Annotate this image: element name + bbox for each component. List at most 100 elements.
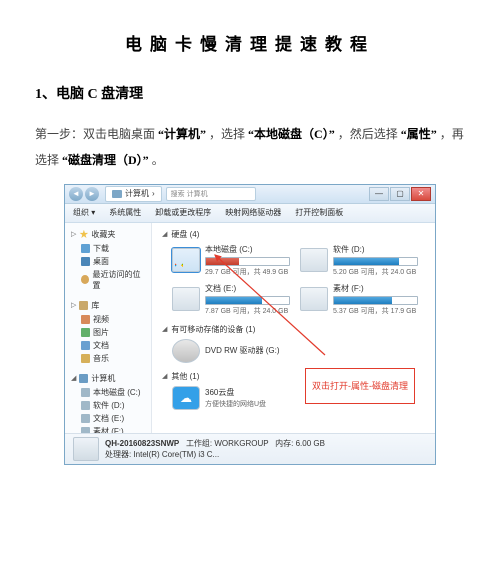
tri-icon: ◢ xyxy=(162,372,167,380)
drive-sublabel: 7.87 GB 可用，共 24.0 GB xyxy=(205,306,290,316)
drive-item[interactable]: 文档 (E:) 7.87 GB 可用，共 24.0 GB xyxy=(172,283,290,316)
sidebar-libraries-head[interactable]: ▷ 库 xyxy=(65,298,151,313)
sidebar-computer-head[interactable]: ◢ 计算机 xyxy=(65,371,151,386)
picture-icon xyxy=(81,328,90,337)
drive-icon xyxy=(81,414,90,423)
tri-icon: ◢ xyxy=(162,230,167,238)
cat-label: 硬盘 (4) xyxy=(171,229,199,240)
drive-sublabel: 方便快捷的网络U盘 xyxy=(205,399,290,409)
cloud-drive[interactable]: ☁ 360云盘 方便快捷的网络U盘 xyxy=(172,386,290,410)
windows-icon xyxy=(175,261,183,269)
p-text: 第一步：双击电脑桌面 xyxy=(35,127,155,141)
sidebar-item-pictures[interactable]: 图片 xyxy=(65,326,151,339)
sidebar-item-music[interactable]: 音乐 xyxy=(65,352,151,365)
sb-label: 视频 xyxy=(93,314,109,325)
sidebar-item-desktop[interactable]: 桌面 xyxy=(65,255,151,268)
computer-icon xyxy=(112,190,122,198)
search-input[interactable]: 搜索 计算机 xyxy=(166,187,256,201)
p-bold: “属性” xyxy=(401,127,437,141)
sb-label: 下载 xyxy=(93,243,109,254)
sidebar-item-drive-d[interactable]: 软件 (D:) xyxy=(65,399,151,412)
sidebar-item-downloads[interactable]: 下载 xyxy=(65,242,151,255)
category-removable[interactable]: ◢ 有可移动存储的设备 (1) xyxy=(162,324,425,335)
drive-sublabel: 29.7 GB 可用，共 49.9 GB xyxy=(205,267,290,277)
star-icon xyxy=(79,230,88,239)
search-placeholder: 搜索 计算机 xyxy=(171,189,208,199)
p-text: ，选择 xyxy=(209,127,245,141)
toolbar-control-panel[interactable]: 打开控制面板 xyxy=(295,207,343,218)
sidebar-item-recent[interactable]: 最近访问的位置 xyxy=(65,268,151,292)
usage-bar xyxy=(333,257,418,266)
address-bar[interactable]: 计算机 › xyxy=(105,186,162,202)
nav-forward-button[interactable]: ► xyxy=(85,187,99,201)
tri-icon: ▷ xyxy=(71,230,76,238)
toolbar-uninstall[interactable]: 卸载或更改程序 xyxy=(155,207,211,218)
p-text: ，然后选择 xyxy=(338,127,398,141)
clock-icon xyxy=(81,275,89,284)
annotation-box: 双击打开-属性-磁盘清理 xyxy=(305,368,415,404)
desktop-icon xyxy=(81,257,90,266)
drive-label: 文档 (E:) xyxy=(205,283,290,294)
dvd-drive[interactable]: DVD RW 驱动器 (G:) xyxy=(172,339,290,363)
usage-bar xyxy=(205,296,290,305)
drive-item[interactable]: 素材 (F:) 5.37 GB 可用，共 17.9 GB xyxy=(300,283,418,316)
sb-label: 计算机 xyxy=(91,373,115,384)
window-close-button[interactable]: ✕ xyxy=(411,187,431,201)
tri-icon: ◢ xyxy=(71,374,76,382)
sidebar: ▷ 收藏夹 下载 桌面 最近访问的位置 ▷ 库 视频 图片 文档 音乐 xyxy=(65,223,152,433)
nav-back-button[interactable]: ◄ xyxy=(69,187,83,201)
library-icon xyxy=(79,301,88,310)
toolbar-map-drive[interactable]: 映射网络驱动器 xyxy=(225,207,281,218)
sidebar-item-drive-c[interactable]: 本地磁盘 (C:) xyxy=(65,386,151,399)
sb-label: 收藏夹 xyxy=(91,229,115,240)
status-name: QH-20160823SNWP xyxy=(105,439,179,448)
cat-label: 有可移动存储的设备 (1) xyxy=(171,324,255,335)
video-icon xyxy=(81,315,90,324)
status-memory: 内存: 6.00 GB xyxy=(275,439,325,448)
drive-icon xyxy=(172,287,200,311)
cat-label: 其他 (1) xyxy=(171,371,199,382)
window-maximize-button[interactable]: ▢ xyxy=(390,187,410,201)
drive-icon xyxy=(300,287,328,311)
toolbar-organize[interactable]: 组织 ▾ xyxy=(73,207,95,218)
p-bold: “磁盘清理（D）” xyxy=(62,153,149,167)
chevron-icon: › xyxy=(152,189,155,198)
drive-label: 软件 (D:) xyxy=(333,244,418,255)
drive-sublabel: 5.37 GB 可用，共 17.9 GB xyxy=(333,306,418,316)
drive-icon xyxy=(81,401,90,410)
sb-label: 库 xyxy=(91,300,99,311)
drive-icon xyxy=(300,248,328,272)
step-paragraph: 第一步：双击电脑桌面 “计算机” ，选择 “本地磁盘（C）” ，然后选择 “属性… xyxy=(35,121,465,174)
drive-label: DVD RW 驱动器 (G:) xyxy=(205,345,290,356)
sidebar-item-videos[interactable]: 视频 xyxy=(65,313,151,326)
sb-label: 音乐 xyxy=(93,353,109,364)
sidebar-favorites-head[interactable]: ▷ 收藏夹 xyxy=(65,227,151,242)
p-bold: “计算机” xyxy=(158,127,206,141)
sidebar-item-documents[interactable]: 文档 xyxy=(65,339,151,352)
sb-label: 图片 xyxy=(93,327,109,338)
drive-item[interactable]: 本地磁盘 (C:) 29.7 GB 可用，共 49.9 GB xyxy=(172,244,290,277)
status-bar: QH-20160823SNWP 工作组: WORKGROUP 内存: 6.00 … xyxy=(65,433,435,464)
drive-label: 素材 (F:) xyxy=(333,283,418,294)
window-minimize-button[interactable]: — xyxy=(369,187,389,201)
sb-label: 文档 (E:) xyxy=(93,413,124,424)
usage-bar xyxy=(333,296,418,305)
sb-label: 文档 xyxy=(93,340,109,351)
drive-icon xyxy=(81,388,90,397)
category-hard-drives[interactable]: ◢ 硬盘 (4) xyxy=(162,229,425,240)
doc-title: 电脑卡慢清理提速教程 xyxy=(35,30,465,55)
sidebar-item-drive-e[interactable]: 文档 (E:) xyxy=(65,412,151,425)
toolbar: 组织 ▾ 系统属性 卸载或更改程序 映射网络驱动器 打开控制面板 xyxy=(65,204,435,223)
explorer-window: ◄ ► 计算机 › 搜索 计算机 — ▢ ✕ 组织 ▾ 系统属性 卸载或更改程序… xyxy=(64,184,436,465)
drive-label: 360云盘 xyxy=(205,387,290,398)
drive-sublabel: 5.20 GB 可用，共 24.0 GB xyxy=(333,267,418,277)
document-icon xyxy=(81,341,90,350)
sb-label: 本地磁盘 (C:) xyxy=(93,387,141,398)
toolbar-system-props[interactable]: 系统属性 xyxy=(109,207,141,218)
p-bold: “本地磁盘（C）” xyxy=(248,127,335,141)
p-text: 。 xyxy=(152,153,164,167)
drive-icon xyxy=(81,427,90,433)
sidebar-item-drive-f[interactable]: 素材 (F:) xyxy=(65,425,151,433)
drive-item[interactable]: 软件 (D:) 5.20 GB 可用，共 24.0 GB xyxy=(300,244,418,277)
titlebar: ◄ ► 计算机 › 搜索 计算机 — ▢ ✕ xyxy=(65,185,435,204)
